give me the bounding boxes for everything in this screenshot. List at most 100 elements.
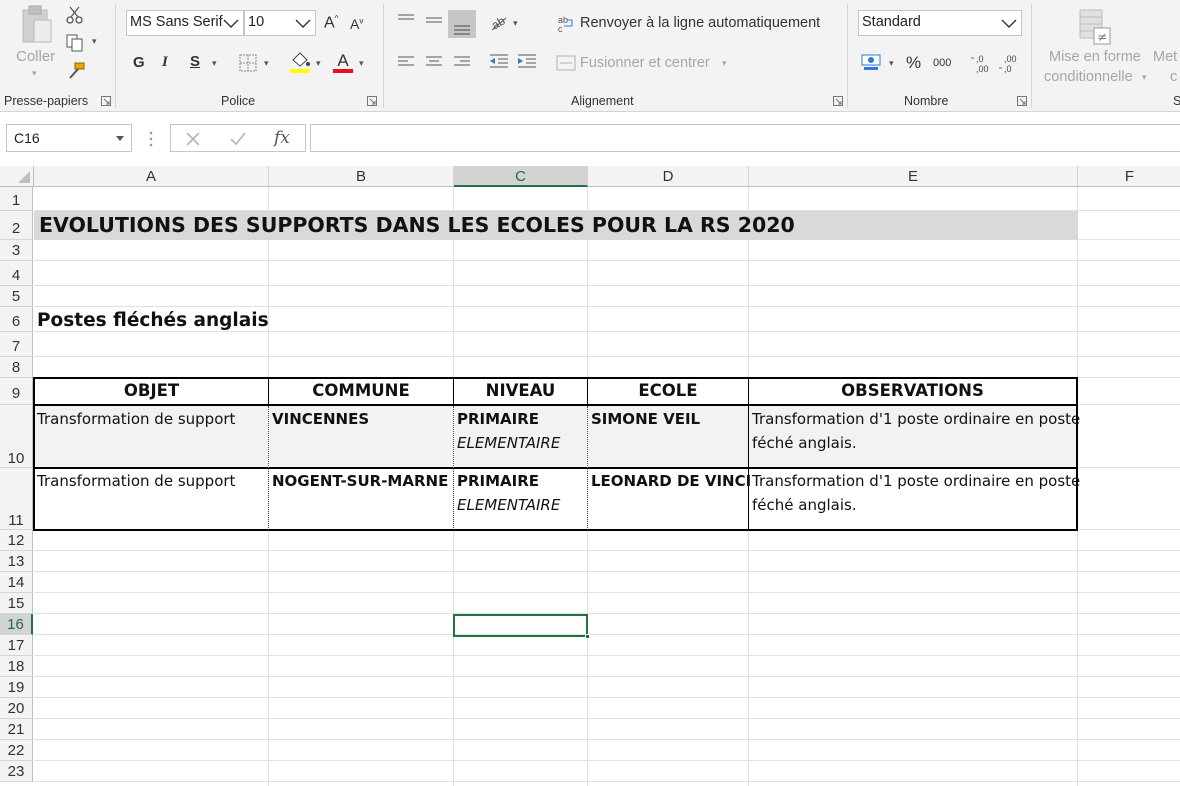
wrap-text-button[interactable]: Renvoyer à la ligne automatiquement <box>580 15 820 31</box>
accounting-format-icon[interactable] <box>860 52 884 72</box>
paste-dropdown-icon[interactable]: ▾ <box>32 68 37 79</box>
row-header-9[interactable]: 9 <box>0 378 33 405</box>
row-header-20[interactable]: 20 <box>0 698 33 719</box>
font-color-icon[interactable]: A <box>332 50 354 74</box>
fill-color-icon[interactable] <box>289 50 311 74</box>
cancel-icon[interactable] <box>185 131 201 147</box>
italic-button[interactable]: I <box>162 54 168 71</box>
cell-objet[interactable]: Transformation de support <box>37 472 235 490</box>
align-left-icon[interactable] <box>396 54 416 70</box>
column-header-c[interactable]: C <box>454 166 588 187</box>
accounting-dropdown-icon[interactable]: ▾ <box>889 58 894 69</box>
row-header-17[interactable]: 17 <box>0 635 33 656</box>
cut-icon[interactable] <box>66 6 84 24</box>
decrease-indent-icon[interactable] <box>488 53 510 71</box>
row-header-8[interactable]: 8 <box>0 357 33 378</box>
row-header-5[interactable]: 5 <box>0 286 33 307</box>
worksheet-grid[interactable]: A B C D E F 1 2 3 4 5 6 7 8 9 10 11 12 1… <box>0 166 1180 786</box>
cell-niveau-primaire[interactable]: PRIMAIRE <box>457 472 539 490</box>
fill-color-dropdown-icon[interactable]: ▾ <box>316 58 321 69</box>
decrease-decimal-icon[interactable]: ,00,0 <box>998 53 1020 75</box>
cell-niveau-elementaire[interactable]: ELEMENTAIRE <box>457 434 560 452</box>
number-format-combo[interactable]: Standard <box>858 10 1022 36</box>
clipboard-dialog-launcher-icon[interactable] <box>101 96 111 106</box>
select-all-corner[interactable] <box>0 166 34 187</box>
paste-button[interactable]: Coller ▾ <box>8 2 64 86</box>
decrease-font-size-icon[interactable]: Av <box>350 16 363 32</box>
cell-niveau-primaire[interactable]: PRIMAIRE <box>457 410 539 428</box>
row-header-18[interactable]: 18 <box>0 656 33 677</box>
cell-niveau-elementaire[interactable]: ELEMENTAIRE <box>457 496 560 514</box>
copy-dropdown-icon[interactable]: ▾ <box>92 36 97 47</box>
font-name-combo[interactable]: MS Sans Serif <box>126 10 244 36</box>
row-header-14[interactable]: 14 <box>0 572 33 593</box>
number-dialog-launcher-icon[interactable] <box>1017 96 1027 106</box>
row-header-15[interactable]: 15 <box>0 593 33 614</box>
conditional-formatting-button[interactable]: ≠ Mise en forme conditionnelle ▾ <box>1040 4 1152 90</box>
cell-commune[interactable]: VINCENNES <box>272 410 369 428</box>
orientation-icon[interactable]: ab <box>488 12 510 32</box>
column-header-b[interactable]: B <box>269 166 454 187</box>
row-header-22[interactable]: 22 <box>0 740 33 761</box>
name-box[interactable]: C16 <box>6 124 132 152</box>
column-header-f[interactable]: F <box>1078 166 1180 187</box>
insert-function-button[interactable]: fx <box>274 128 290 148</box>
font-dialog-launcher-icon[interactable] <box>367 96 377 106</box>
format-painter-icon[interactable] <box>66 62 86 80</box>
enter-icon[interactable] <box>229 131 247 147</box>
row-header-4[interactable]: 4 <box>0 261 33 286</box>
row-header-12[interactable]: 12 <box>0 530 33 551</box>
more-options-icon[interactable] <box>148 130 154 148</box>
section-subtitle[interactable]: Postes fléchés anglais <box>37 310 269 331</box>
font-color-dropdown-icon[interactable]: ▾ <box>359 58 364 69</box>
increase-decimal-icon[interactable]: ,0,00 <box>970 53 992 75</box>
percent-style-button[interactable]: % <box>906 53 921 73</box>
row-header-13[interactable]: 13 <box>0 551 33 572</box>
merge-center-button[interactable]: Fusionner et centrer <box>580 55 710 71</box>
align-top-icon[interactable] <box>396 12 416 28</box>
increase-indent-icon[interactable] <box>516 53 538 71</box>
formula-input[interactable] <box>310 124 1180 152</box>
cell-observations-line1[interactable]: Transformation d'1 poste ordinaire en po… <box>752 472 1080 490</box>
cell-objet[interactable]: Transformation de support <box>37 410 235 428</box>
format-as-table-partial-line1[interactable]: Met <box>1153 49 1177 65</box>
cell-observations-line1[interactable]: Transformation d'1 poste ordinaire en po… <box>752 410 1080 428</box>
row-header-2[interactable]: 2 <box>0 211 33 240</box>
cell-commune[interactable]: NOGENT-SUR-MARNE <box>272 472 448 490</box>
underline-button[interactable]: S <box>190 53 200 70</box>
row-header-6[interactable]: 6 <box>0 307 33 332</box>
row-header-3[interactable]: 3 <box>0 240 33 261</box>
borders-dropdown-icon[interactable]: ▾ <box>264 58 269 69</box>
column-header-d[interactable]: D <box>588 166 749 187</box>
align-middle-icon[interactable] <box>424 12 444 28</box>
fill-handle[interactable] <box>585 634 590 639</box>
row-header-1[interactable]: 1 <box>0 187 33 211</box>
font-size-combo[interactable]: 10 <box>244 10 316 36</box>
row-header-10[interactable]: 10 <box>0 405 33 468</box>
orientation-dropdown-icon[interactable]: ▾ <box>513 18 518 29</box>
cell-ecole[interactable]: SIMONE VEIL <box>591 410 700 428</box>
cell-ecole[interactable]: LEONARD DE VINCI <box>591 472 751 490</box>
cell-observations-line2[interactable]: féché anglais. <box>752 496 857 514</box>
row-header-11[interactable]: 11 <box>0 468 33 530</box>
align-bottom-button[interactable] <box>448 10 476 38</box>
row-header-21[interactable]: 21 <box>0 719 33 740</box>
merge-center-dropdown-icon[interactable]: ▾ <box>722 58 727 69</box>
column-header-a[interactable]: A <box>34 166 269 187</box>
row-header-19[interactable]: 19 <box>0 677 33 698</box>
comma-style-button[interactable]: 000 <box>933 57 951 69</box>
format-as-table-partial-line2[interactable]: c <box>1170 69 1177 85</box>
row-header-16[interactable]: 16 <box>0 614 33 635</box>
cell-observations-line2[interactable]: féché anglais. <box>752 434 857 452</box>
copy-icon[interactable] <box>66 34 86 52</box>
row-header-7[interactable]: 7 <box>0 332 33 357</box>
align-center-icon[interactable] <box>424 54 444 70</box>
borders-icon[interactable] <box>238 53 258 73</box>
bold-button[interactable]: G <box>133 54 145 71</box>
active-cell[interactable] <box>453 614 588 637</box>
alignment-dialog-launcher-icon[interactable] <box>833 96 843 106</box>
underline-dropdown-icon[interactable]: ▾ <box>212 58 217 69</box>
align-right-icon[interactable] <box>452 54 472 70</box>
increase-font-size-icon[interactable]: A^ <box>324 14 338 32</box>
column-header-e[interactable]: E <box>749 166 1078 187</box>
